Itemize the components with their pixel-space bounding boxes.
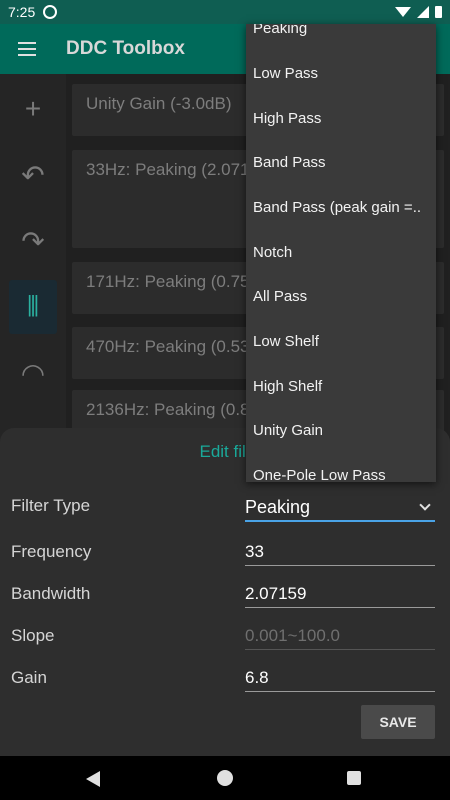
filter-type-label: Filter Type	[11, 496, 91, 515]
dropdown-option[interactable]: Notch	[246, 230, 436, 274]
recents-icon[interactable]	[347, 771, 361, 785]
dropdown-option[interactable]: Peaking	[246, 24, 436, 50]
home-icon[interactable]	[217, 770, 233, 786]
bandwidth-row: Bandwidth	[0, 574, 450, 614]
dropdown-option[interactable]: High Pass	[246, 96, 436, 140]
signal-icon	[417, 6, 429, 18]
menu-icon[interactable]	[18, 42, 36, 56]
wifi-icon	[395, 7, 411, 17]
slope-label: Slope	[11, 626, 55, 645]
gain-field[interactable]	[245, 660, 435, 692]
bandwidth-label: Bandwidth	[11, 584, 91, 603]
filter-type-row: Filter Type Peaking	[0, 486, 450, 526]
gain-row: Gain	[0, 658, 450, 698]
app-title: DDC Toolbox	[66, 38, 185, 59]
status-bar: 7:25	[0, 0, 450, 24]
graph-icon[interactable]: ◠	[9, 346, 57, 400]
frequency-field[interactable]	[245, 534, 435, 566]
dropdown-option[interactable]: Band Pass	[246, 140, 436, 184]
gain-label: Gain	[11, 668, 47, 687]
redo-icon[interactable]: ↷	[9, 214, 57, 268]
filter-type-dropdown: Peaking Low Pass High Pass Band Pass Ban…	[246, 24, 436, 482]
save-button[interactable]: SAVE	[361, 705, 435, 739]
navigation-bar	[0, 756, 450, 800]
status-icons	[395, 6, 442, 18]
dropdown-option[interactable]: Low Shelf	[246, 319, 436, 363]
dropdown-option[interactable]: High Shelf	[246, 364, 436, 408]
equalizer-icon[interactable]: ⦀	[9, 280, 57, 334]
slope-field[interactable]	[245, 618, 435, 650]
dropdown-option[interactable]: Band Pass (peak gain =..	[246, 185, 436, 229]
filter-type-select[interactable]: Peaking	[245, 490, 435, 522]
frequency-row: Frequency	[0, 532, 450, 572]
back-icon[interactable]	[86, 771, 100, 787]
battery-icon	[435, 6, 442, 18]
sync-icon	[43, 5, 58, 19]
bandwidth-field[interactable]	[245, 576, 435, 608]
add-icon[interactable]: +	[9, 82, 57, 136]
status-time: 7:25	[8, 4, 36, 20]
dropdown-option[interactable]: One-Pole Low Pass	[246, 453, 436, 483]
dropdown-option[interactable]: Low Pass	[246, 51, 436, 95]
filter-type-value: Peaking	[245, 496, 311, 517]
slope-row: Slope	[0, 616, 450, 656]
chevron-down-icon	[419, 499, 431, 511]
dropdown-option[interactable]: All Pass	[246, 274, 436, 318]
frequency-label: Frequency	[11, 542, 92, 561]
dropdown-option[interactable]: Unity Gain	[246, 408, 436, 452]
left-rail: + ↶ ↷ ⦀ ◠	[0, 74, 66, 474]
undo-icon[interactable]: ↶	[9, 148, 57, 202]
